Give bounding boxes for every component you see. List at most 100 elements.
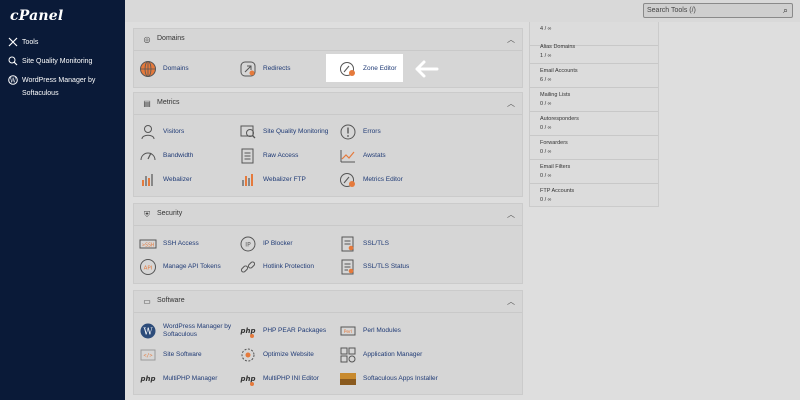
item-label: Hotlink Protection — [263, 263, 314, 270]
stats-panel: 4 / ∞ Alias Domains 1 / ∞ Email Accounts… — [529, 22, 659, 207]
stat-label: Autoresponders — [540, 116, 579, 122]
item-label: Awstats — [363, 152, 386, 159]
site-quality-item[interactable]: Site Quality Monitoring — [239, 123, 328, 141]
softaculous-item[interactable]: Softaculous Apps Installer — [339, 370, 438, 388]
stat-row: Autoresponders 0 / ∞ — [530, 112, 658, 136]
sidebar-item-tools[interactable]: Tools — [7, 36, 38, 49]
stat-value: 0 / ∞ — [540, 101, 552, 107]
sidebar-item-wordpress[interactable]: W WordPress Manager by Softaculous — [7, 74, 122, 100]
code-box-icon: ▭ — [143, 297, 151, 306]
perl-icon: Perl — [339, 322, 357, 340]
metrics-header[interactable]: ▤ Metrics ︿ — [134, 93, 522, 115]
webalizer-item[interactable]: Webalizer — [139, 171, 192, 189]
redirect-icon — [239, 60, 257, 78]
webalizer-ftp-item[interactable]: Webalizer FTP — [239, 171, 306, 189]
sidebar-item-label: WordPress Manager by Softaculous — [22, 77, 96, 97]
app-manager-item[interactable]: Application Manager — [339, 346, 422, 364]
search-monitor-icon — [7, 55, 19, 67]
speedometer-icon — [139, 147, 157, 165]
item-label: Site Quality Monitoring — [263, 128, 329, 135]
item-label: Application Manager — [363, 351, 423, 358]
domains-icon — [139, 60, 157, 78]
errors-item[interactable]: Errors — [339, 123, 381, 141]
api-tokens-item[interactable]: API Manage API Tokens — [139, 258, 221, 276]
chevron-up-icon[interactable]: ︿ — [507, 296, 515, 307]
zone-editor-icon — [339, 60, 357, 78]
software-header[interactable]: ▭ Software ︿ — [134, 291, 522, 313]
stat-value: 0 / ∞ — [540, 149, 552, 155]
item-label: Softaculous Apps Installer — [363, 375, 438, 382]
site-software-item[interactable]: </> Site Software — [139, 346, 202, 364]
zone-editor-item[interactable]: Zone Editor — [339, 60, 397, 78]
visitors-item[interactable]: Visitors — [139, 123, 184, 141]
item-label: Site Software — [163, 351, 202, 358]
bandwidth-item[interactable]: Bandwidth — [139, 147, 193, 165]
cpanel-logo[interactable]: cPanel — [10, 8, 63, 24]
wordpress-icon: W — [7, 74, 19, 86]
item-label: Metrics Editor — [363, 176, 403, 183]
ip-blocker-icon: IP — [239, 235, 257, 253]
item-label: Optimize Website — [263, 351, 314, 358]
stat-row: Mailing Lists 0 / ∞ — [530, 88, 658, 112]
section-title: Software — [157, 297, 185, 304]
wp-manager-item[interactable]: W WordPress Manager by Softaculous — [139, 322, 233, 340]
ssh-access-item[interactable]: >SSH SSH Access — [139, 235, 199, 253]
item-label: Perl Modules — [363, 327, 401, 334]
stat-row: Alias Domains 1 / ∞ — [530, 40, 658, 64]
line-chart-icon — [339, 147, 357, 165]
stat-row: FTP Accounts 0 / ∞ — [530, 184, 658, 208]
search-icon[interactable]: ⌕ — [783, 5, 788, 16]
php-pear-item[interactable]: php PHP PEAR Packages — [239, 322, 326, 340]
svg-text:</>: </> — [143, 353, 152, 359]
item-label: Visitors — [163, 128, 185, 135]
ssl-status-item[interactable]: SSL/TLS Status — [339, 258, 409, 276]
multiphp-manager-item[interactable]: php MultiPHP Manager — [139, 370, 217, 388]
app-grid-icon — [339, 346, 357, 364]
item-label: Errors — [363, 128, 381, 135]
section-title: Metrics — [157, 99, 180, 106]
item-label: Zone Editor — [363, 65, 397, 72]
ssl-tls-item[interactable]: SSL/TLS — [339, 235, 389, 253]
arrow-left-icon — [415, 60, 439, 78]
item-label: MultiPHP INI Editor — [263, 375, 319, 382]
domains-item[interactable]: Domains — [139, 60, 189, 78]
section-title: Domains — [157, 35, 185, 42]
stat-label: Mailing Lists — [540, 92, 571, 98]
ip-blocker-item[interactable]: IP IP Blocker — [239, 235, 293, 253]
sidebar-item-site-quality[interactable]: Site Quality Monitoring — [7, 55, 92, 68]
item-label: Webalizer FTP — [263, 176, 306, 183]
item-label: MultiPHP Manager — [163, 375, 218, 382]
shield-icon: ⛨ — [144, 210, 150, 219]
chevron-up-icon[interactable]: ︿ — [507, 209, 515, 220]
section-title: Security — [157, 210, 183, 217]
chevron-up-icon[interactable]: ︿ — [507, 98, 515, 109]
hotlink-item[interactable]: Hotlink Protection — [239, 258, 314, 276]
metrics-editor-icon — [339, 171, 357, 189]
svg-text:IP: IP — [245, 242, 251, 249]
search-placeholder: Search Tools (/) — [647, 7, 696, 14]
stat-row: Email Accounts 6 / ∞ — [530, 64, 658, 88]
php-icon: php — [239, 322, 257, 340]
multiphp-ini-item[interactable]: php MultiPHP INI Editor — [239, 370, 319, 388]
chevron-up-icon[interactable]: ︿ — [507, 34, 515, 45]
raw-access-item[interactable]: Raw Access — [239, 147, 298, 165]
perl-modules-item[interactable]: Perl Perl Modules — [339, 322, 401, 340]
stat-value: 0 / ∞ — [540, 197, 552, 203]
stat-row: Forwarders 0 / ∞ — [530, 136, 658, 160]
domains-header[interactable]: ◎ Domains ︿ — [134, 29, 522, 51]
stat-label: Forwarders — [540, 140, 568, 146]
metrics-editor-item[interactable]: Metrics Editor — [339, 171, 403, 189]
bar-chart-ftp-icon — [239, 171, 257, 189]
stat-label: Email Filters — [540, 164, 571, 170]
sidebar-item-label: Site Quality Monitoring — [22, 58, 93, 65]
certificate-icon — [339, 235, 357, 253]
item-label: IP Blocker — [263, 240, 293, 247]
redirects-item[interactable]: Redirects — [239, 60, 290, 78]
svg-text:php: php — [139, 375, 155, 383]
item-label: Manage API Tokens — [163, 263, 221, 270]
optimize-website-item[interactable]: Optimize Website — [239, 346, 314, 364]
awstats-item[interactable]: Awstats — [339, 147, 386, 165]
search-input[interactable]: Search Tools (/) ⌕ — [643, 3, 793, 18]
security-header[interactable]: ⛨ Security ︿ — [134, 204, 522, 226]
php-ini-icon: php — [239, 370, 257, 388]
